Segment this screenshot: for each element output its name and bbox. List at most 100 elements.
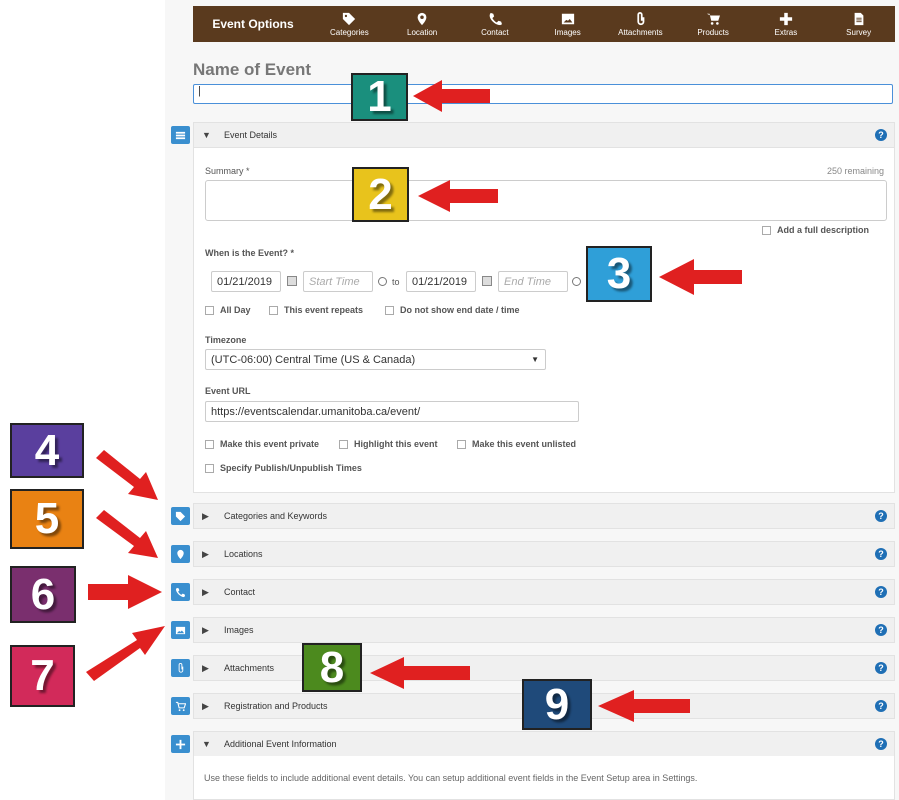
section-event-details[interactable]: ▼ Event Details ? xyxy=(193,122,895,148)
tag-icon xyxy=(343,12,356,25)
image-icon xyxy=(561,13,574,24)
checkbox-box[interactable] xyxy=(339,439,348,449)
caret-right-icon: ▶ xyxy=(202,700,209,711)
section-locations[interactable]: ▶ Locations ? xyxy=(193,541,895,567)
publish-times-checkbox[interactable]: Specify Publish/Unpublish Times xyxy=(205,463,362,473)
checkbox-box[interactable] xyxy=(205,305,214,315)
toolbar-label: Images xyxy=(554,27,581,37)
summary-textarea[interactable] xyxy=(205,180,887,221)
unlisted-checkbox[interactable]: Make this event unlisted xyxy=(457,439,576,449)
section-label: Images xyxy=(224,625,254,635)
toolbar-label: Attachments xyxy=(618,27,663,37)
paperclip-icon[interactable] xyxy=(171,659,190,677)
toolbar-attachments[interactable]: Attachments xyxy=(604,6,677,42)
toolbar-images[interactable]: Images xyxy=(531,6,604,42)
toolbar-label: Categories xyxy=(330,27,369,37)
checkbox-label: Specify Publish/Unpublish Times xyxy=(220,463,362,473)
section-additional[interactable]: ▼ Additional Event Information ? xyxy=(193,731,895,757)
plus-icon[interactable] xyxy=(171,735,190,753)
section-label: Locations xyxy=(224,549,263,559)
checkbox-box[interactable] xyxy=(205,463,214,473)
help-icon[interactable]: ? xyxy=(875,510,887,522)
caret-right-icon: ▶ xyxy=(202,510,209,521)
help-icon[interactable]: ? xyxy=(875,662,887,674)
phone-icon[interactable] xyxy=(171,583,190,601)
caret-right-icon: ▶ xyxy=(202,548,209,559)
section-label: Additional Event Information xyxy=(224,739,337,749)
help-icon[interactable]: ? xyxy=(875,624,887,636)
toolbar-categories[interactable]: Categories xyxy=(313,6,386,42)
arrow-7 xyxy=(86,626,165,681)
when-label: When is the Event? * xyxy=(205,248,295,258)
toolbar-survey[interactable]: Survey xyxy=(822,6,895,42)
end-date-input[interactable]: 01/21/2019 xyxy=(406,271,476,292)
phone-icon xyxy=(489,12,502,25)
checkbox-label: Do not show end date / time xyxy=(400,305,520,315)
caret-down-icon: ▼ xyxy=(202,739,211,749)
full-description-checkbox[interactable]: Add a full description xyxy=(762,225,869,235)
section-images[interactable]: ▶ Images ? xyxy=(193,617,895,643)
checkbox-box[interactable] xyxy=(457,439,466,449)
toolbar-extras[interactable]: Extras xyxy=(750,6,823,42)
calendar-icon[interactable] xyxy=(482,276,492,286)
toolbar-contact[interactable]: Contact xyxy=(459,6,532,42)
section-label: Contact xyxy=(224,587,256,597)
event-name-label: Name of Event xyxy=(193,60,312,79)
help-icon[interactable]: ? xyxy=(875,548,887,560)
event-options-toolbar: Event Options Categories Location Contac… xyxy=(193,6,895,42)
section-label: Event Details xyxy=(224,130,278,140)
to-label: to xyxy=(392,277,400,287)
event-url-input[interactable]: https://eventscalendar.umanitoba.ca/even… xyxy=(205,401,579,422)
checkbox-label: Make this event unlisted xyxy=(472,439,577,449)
toolbar-label: Survey xyxy=(846,27,872,37)
checkbox-box[interactable] xyxy=(205,439,214,449)
annotation-badge-7: 7 xyxy=(10,645,75,707)
section-attachments[interactable]: ▶ Attachments ? xyxy=(193,655,895,681)
checkbox-box[interactable] xyxy=(385,305,394,315)
list-icon[interactable] xyxy=(171,126,190,144)
section-label: Categories and Keywords xyxy=(224,511,328,521)
start-time-input[interactable]: Start Time xyxy=(303,271,373,292)
map-pin-icon[interactable] xyxy=(171,545,190,563)
clock-icon[interactable] xyxy=(572,277,581,286)
help-icon[interactable]: ? xyxy=(875,738,887,750)
annotation-badge-1: 1 xyxy=(351,72,408,121)
help-icon[interactable]: ? xyxy=(875,700,887,712)
tag-icon[interactable] xyxy=(171,507,190,525)
all-day-checkbox[interactable]: All Day xyxy=(205,305,251,315)
checkbox-label: This event repeats xyxy=(284,305,364,315)
help-icon[interactable]: ? xyxy=(875,586,887,598)
caret-right-icon: ▶ xyxy=(202,586,209,597)
start-date-input[interactable]: 01/21/2019 xyxy=(211,271,281,292)
end-time-input[interactable]: End Time xyxy=(498,271,568,292)
annotation-badge-4: 4 xyxy=(10,423,84,478)
timezone-select[interactable]: (UTC-06:00) Central Time (US & Canada) ▼ xyxy=(205,349,546,370)
arrow-4 xyxy=(96,450,158,500)
clock-icon[interactable] xyxy=(378,277,387,286)
toolbar-label: Location xyxy=(407,27,438,37)
annotation-badge-3: 3 xyxy=(586,246,652,302)
summary-remaining: 250 remaining xyxy=(826,166,884,176)
private-checkbox[interactable]: Make this event private xyxy=(205,439,319,449)
caret-right-icon: ▶ xyxy=(202,662,209,673)
cart-icon[interactable] xyxy=(171,697,190,715)
no-end-date-checkbox[interactable]: Do not show end date / time xyxy=(385,305,520,315)
checkbox-box[interactable] xyxy=(762,225,771,235)
help-icon[interactable]: ? xyxy=(875,129,887,141)
toolbar-location[interactable]: Location xyxy=(386,6,459,42)
checkbox-box[interactable] xyxy=(269,305,278,315)
checkbox-label: All Day xyxy=(220,305,251,315)
section-contact[interactable]: ▶ Contact ? xyxy=(193,579,895,605)
paperclip-icon xyxy=(637,11,645,25)
section-categories[interactable]: ▶ Categories and Keywords ? xyxy=(193,503,895,529)
checkbox-label: Make this event private xyxy=(220,439,320,449)
image-icon[interactable] xyxy=(171,621,190,639)
annotation-badge-5: 5 xyxy=(10,489,84,549)
event-name-input[interactable]: | xyxy=(193,84,893,104)
toolbar-products[interactable]: Products xyxy=(677,6,750,42)
repeats-checkbox[interactable]: This event repeats xyxy=(269,305,363,315)
calendar-icon[interactable] xyxy=(287,276,297,286)
highlight-checkbox[interactable]: Highlight this event xyxy=(339,439,438,449)
event-details-body: Summary * 250 remaining Add a full descr… xyxy=(193,148,895,493)
event-url-label: Event URL xyxy=(205,386,251,396)
